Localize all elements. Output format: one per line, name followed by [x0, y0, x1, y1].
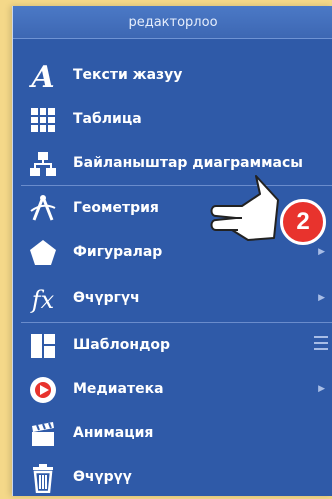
menu-item-label: Шаблондор	[73, 337, 171, 353]
panel-title: редакторлоо	[128, 14, 218, 30]
step-number-badge: 2	[280, 199, 326, 245]
menu-item-delete[interactable]: Өчүрүү	[13, 455, 332, 499]
menu-item-label: Геометрия	[73, 200, 159, 216]
menu-item-media[interactable]: Медиатека ▶	[13, 367, 332, 411]
pointing-hand-icon	[210, 175, 279, 241]
menu-item-label: Анимация	[73, 425, 154, 441]
geometry-compass-icon	[27, 193, 59, 225]
editors-panel: редакторлоо A Тексти жазуу Таблица Байла…	[12, 6, 332, 496]
trash-icon	[27, 462, 59, 494]
submenu-arrow-icon: ▶	[318, 293, 325, 303]
panel-header: редакторлоо	[13, 6, 332, 39]
menu-item-animation[interactable]: Анимация	[13, 411, 332, 455]
media-play-icon	[27, 374, 59, 406]
menu-item-label: Тексти жазуу	[73, 67, 183, 83]
menu-item-label: Медиатека	[73, 381, 164, 397]
clapperboard-icon	[27, 418, 59, 450]
table-grid-icon	[27, 104, 59, 136]
layout-template-icon	[27, 330, 59, 362]
submenu-arrow-icon: ▶	[318, 384, 325, 394]
menu-item-templates[interactable]: Шаблондор	[13, 323, 332, 367]
text-a-icon: A	[27, 60, 59, 92]
menu-item-text[interactable]: A Тексти жазуу	[13, 53, 332, 97]
menu-item-table[interactable]: Таблица	[13, 97, 332, 141]
menu-lines-icon[interactable]	[314, 336, 328, 350]
function-fx-icon: fx	[27, 283, 59, 315]
svg-text:A: A	[28, 61, 54, 91]
menu-item-label: Фигуралар	[73, 244, 163, 260]
menu-item-function[interactable]: fx Өчүргүч ▶	[13, 276, 332, 320]
svg-text:fx: fx	[30, 286, 55, 314]
menu-item-label: Таблица	[73, 111, 142, 127]
pentagon-icon	[27, 237, 59, 269]
menu-item-label: Өчүргүч	[73, 290, 140, 306]
menu-item-label: Өчүрүү	[73, 469, 132, 485]
org-chart-icon	[27, 148, 59, 180]
